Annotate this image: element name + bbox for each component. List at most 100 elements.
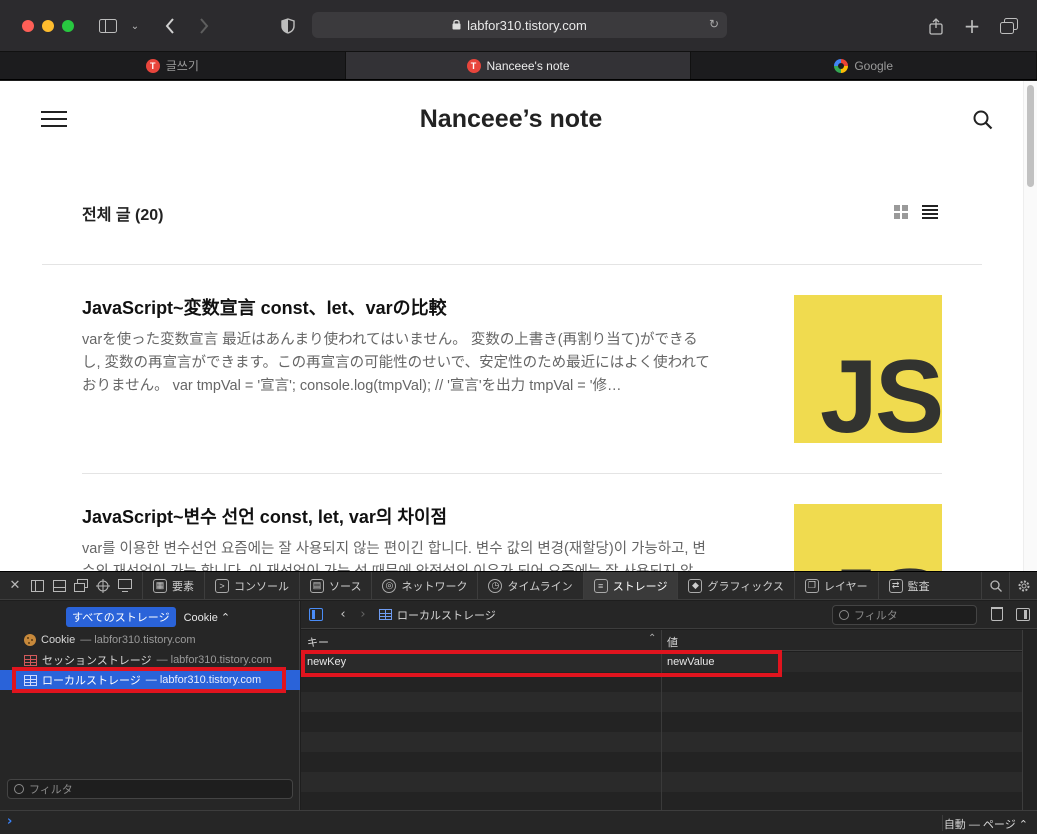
tree-item-domain: — labfor310.tistory.com	[80, 634, 196, 646]
zoom-window-button[interactable]	[62, 20, 74, 32]
post-count-label: 전체 글 (20)	[82, 207, 164, 224]
post-item[interactable]: JavaScript~変数宣言 const、let、varの比較 varを使った…	[82, 295, 942, 443]
cell-value[interactable]: newValue	[667, 656, 715, 668]
tab-timeline[interactable]: ◷ タイムライン	[477, 571, 582, 600]
close-inspector-icon[interactable]: ✕	[4, 572, 26, 600]
tree-item-label: Cookie	[41, 634, 76, 646]
tab-label: ストレージ	[612, 580, 668, 593]
tab-label: レイヤー	[823, 580, 868, 593]
table-scrollbar[interactable]	[1022, 630, 1037, 810]
page-scrollbar[interactable]	[1023, 81, 1037, 571]
tab-console[interactable]: > コンソール	[204, 571, 299, 600]
column-header-value[interactable]: 値	[667, 634, 678, 650]
all-storage-button[interactable]: すべてのストレージ	[66, 607, 176, 627]
forward-icon[interactable]	[194, 14, 214, 38]
breadcrumb[interactable]: ローカルストレージ	[379, 607, 496, 623]
tab-bar: T 글쓰기 T Nanceee's note Google	[0, 52, 1037, 80]
tab-label: 글쓰기	[165, 59, 199, 73]
tab-nanceees-note[interactable]: T Nanceee's note	[345, 52, 692, 79]
details-sidebar-icon[interactable]	[1016, 608, 1030, 621]
share-icon[interactable]	[926, 14, 946, 38]
tab-label: グラフィックス	[707, 580, 784, 593]
table-row-empty	[301, 732, 1022, 752]
tab-audit[interactable]: ⇄ 監査	[877, 571, 940, 600]
table-row-empty	[301, 752, 1022, 772]
post-thumbnail[interactable]: JS	[794, 295, 942, 443]
shield-icon[interactable]	[278, 14, 298, 38]
tree-item-local-storage[interactable]: ローカルストレージ — labfor310.tistory.com	[0, 670, 300, 690]
filter-placeholder: フィルタ	[854, 610, 898, 622]
sidebar-filter-input[interactable]: フィルタ	[7, 779, 293, 799]
tistory-icon: T	[145, 58, 160, 73]
device-icon[interactable]	[114, 572, 136, 600]
back-icon[interactable]: ‹	[333, 607, 353, 622]
storage-type-select[interactable]: Cookie ⌃	[184, 611, 231, 624]
lock-icon	[452, 18, 461, 33]
tistory-icon: T	[466, 58, 481, 73]
tab-sources[interactable]: ▤ ソース	[299, 571, 371, 600]
tab-label: 要素	[172, 580, 194, 593]
address-bar[interactable]: labfor310.tistory.com ↻	[312, 12, 727, 38]
sort-ascending-icon[interactable]: ⌃	[648, 633, 656, 644]
storage-scope-bar: すべてのストレージ Cookie ⌃	[66, 607, 230, 627]
site-title[interactable]: Nanceee’s note	[0, 105, 1022, 134]
tab-google[interactable]: Google	[691, 52, 1037, 79]
console-prompt-bar[interactable]: › 自動 — ページ ⌃	[0, 810, 1037, 834]
sidebar-toggle-icon[interactable]	[98, 14, 118, 38]
tab-write[interactable]: T 글쓰기	[0, 52, 346, 79]
updown-chevron-icon: ⌃	[220, 611, 231, 624]
chevron-down-icon[interactable]: ⌄	[128, 14, 142, 38]
tab-storage[interactable]: ≡ ストレージ	[582, 571, 678, 600]
cell-key[interactable]: newKey	[307, 656, 346, 668]
filter-icon	[839, 610, 849, 620]
tree-item-label: ローカルストレージ	[42, 675, 141, 687]
audit-icon: ⇄	[888, 578, 903, 593]
divider	[82, 473, 942, 474]
post-excerpt: varを使った変数宣言 最近はあんまり使われてはいません。 変数の上書き(再割り…	[82, 332, 710, 394]
execution-context-select[interactable]: 自動 — ページ ⌃	[944, 816, 1028, 832]
tree-item-session-storage[interactable]: セッションストレージ — labfor310.tistory.com	[0, 650, 300, 670]
sidebar-toggle-icon[interactable]	[309, 608, 323, 621]
crosshair-icon[interactable]	[92, 572, 114, 600]
tree-item-cookie[interactable]: Cookie — labfor310.tistory.com	[0, 630, 300, 650]
js-logo-text: JS	[820, 554, 942, 571]
grid-view-icon[interactable]	[894, 205, 908, 219]
tab-layers[interactable]: ❐ レイヤー	[793, 571, 878, 600]
prompt-chevron-icon: ›	[7, 814, 13, 829]
post-thumbnail[interactable]: JS	[794, 504, 942, 571]
reload-icon[interactable]: ↻	[709, 17, 719, 31]
post-item[interactable]: JavaScript~변수 선언 const, let, var의 차이점 va…	[82, 504, 942, 571]
page-scrollbar-thumb[interactable]	[1027, 85, 1034, 187]
storage-toolbar: ‹ › ローカルストレージ フィルタ	[301, 601, 1037, 629]
minimize-window-button[interactable]	[42, 20, 54, 32]
new-tab-icon[interactable]: +	[962, 14, 982, 38]
close-window-button[interactable]	[22, 20, 34, 32]
column-header-key[interactable]: キー	[307, 634, 329, 650]
tab-label: Google	[854, 58, 894, 73]
trash-icon[interactable]	[991, 607, 1003, 621]
table-row-empty	[301, 772, 1022, 792]
table-row[interactable]: newKey newValue	[301, 652, 1022, 672]
gear-icon[interactable]	[1009, 571, 1037, 600]
divider	[42, 264, 982, 265]
detach-window-icon[interactable]	[70, 572, 92, 600]
storage-filter-input[interactable]: フィルタ	[832, 605, 977, 625]
tab-network[interactable]: ◎ ネットワーク	[371, 571, 477, 600]
table-icon	[24, 674, 37, 686]
list-view-icon[interactable]	[922, 205, 938, 219]
tab-overview-icon[interactable]	[998, 14, 1020, 38]
forward-icon[interactable]: ›	[353, 607, 373, 622]
search-icon[interactable]	[973, 110, 993, 134]
tab-graphics[interactable]: ◆ グラフィックス	[677, 571, 793, 600]
web-inspector: ✕ ▦ 要素 > コンソール ▤ ソース ◎ ネットワーク ◷ タイムライン ≡ ストレージ…	[0, 571, 1037, 834]
clock-icon: ◷	[488, 578, 503, 593]
table-row-empty	[301, 712, 1022, 732]
back-icon[interactable]	[160, 14, 180, 38]
dock-left-icon[interactable]	[26, 572, 48, 600]
dock-bottom-icon[interactable]	[48, 572, 70, 600]
filter-placeholder: フィルタ	[29, 784, 73, 796]
tab-label: コンソール	[234, 580, 289, 593]
table-icon	[24, 654, 37, 666]
search-icon[interactable]	[981, 571, 1009, 600]
tab-elements[interactable]: ▦ 要素	[142, 571, 204, 600]
